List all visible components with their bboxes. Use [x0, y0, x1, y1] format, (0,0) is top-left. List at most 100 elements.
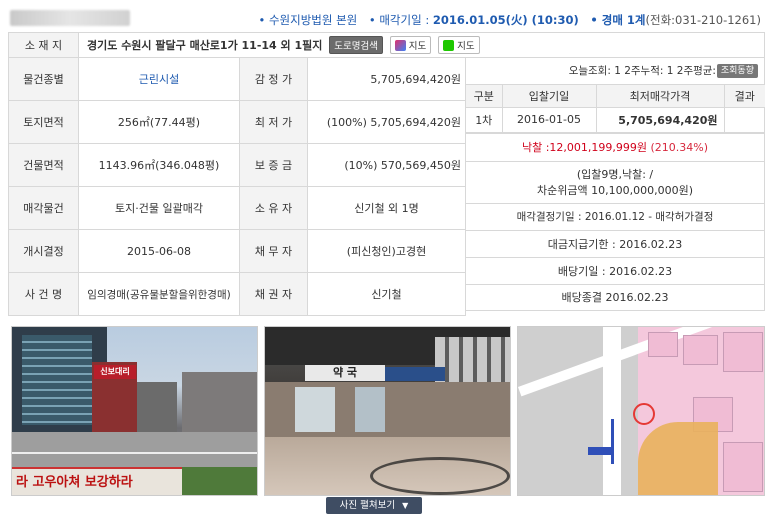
payment-row: 대금지급기한 : 2016.02.23 [466, 229, 764, 257]
payment-deadline: 대금지급기한 : 2016.02.23 [547, 237, 683, 251]
protest-banner: 라 고우아쳐 보강하라 [12, 467, 182, 495]
dividend-row: 배당기일 : 2016.02.23 [466, 256, 764, 284]
map-d-icon [394, 40, 406, 51]
bid-round: 1차 [466, 106, 503, 133]
dept-phone: (전화:031-210-1261) [645, 13, 761, 27]
minimum-price-label: 최 저 가 [239, 100, 308, 144]
map-parcel [723, 332, 763, 372]
pharmacy-sign: 약 국 [305, 365, 385, 381]
bid-result [723, 106, 765, 133]
bidders-row: (입찰9명,낙찰: / 차순위금액 10,100,000,000원) [466, 160, 764, 203]
creditor-label: 채 권 자 [239, 272, 308, 316]
photo-strip: 신보대리 라 고우아쳐 보강하라 약 국 [8, 326, 765, 496]
street-photo-1[interactable]: 신보대리 라 고우아쳐 보강하라 [11, 326, 258, 496]
debtor-value: (피신청인)고경현 [307, 229, 466, 273]
property-details-table: 물건종별 근린시설 감 정 가 5,705,694,420원 토지면적 256㎡… [8, 57, 466, 316]
building-shape [182, 372, 257, 432]
table-row: 토지면적 256㎡(77.44평) 최 저 가 (100%) 5,705,694… [8, 100, 466, 144]
property-type-label: 물건종별 [8, 57, 79, 101]
map-parcel [723, 442, 763, 492]
building-windows [22, 335, 92, 425]
view-trend-button[interactable]: 조회동향 [716, 64, 758, 78]
owner-value: 신기철 외 1명 [307, 186, 466, 230]
case-name-value: 임의경매(공유물분할을위한경매) [78, 272, 240, 316]
col-min-price: 최저매각가격 [595, 85, 725, 108]
address-value: 경기도 수원시 팔달구 매산로1가 11-14 외 1필지 [87, 39, 323, 52]
store-sign: 신보대리 [94, 365, 136, 379]
map-button-d[interactable]: 지도 [389, 36, 432, 54]
col-round: 구분 [466, 85, 503, 108]
dividend-date: 배당기일 : 2016.02.23 [557, 264, 673, 278]
shop-window [355, 387, 385, 432]
building-shape [137, 382, 177, 432]
table-row: 건물면적 1143.96㎡(346.048평) 보 증 금 (10%) 570,… [8, 143, 466, 187]
sold-label: 낙찰 : [521, 141, 550, 154]
owner-label: 소 유 자 [239, 186, 308, 230]
address-label: 소 재 지 [8, 32, 79, 58]
view-stats-text: 오늘조회: 1 2주누적: 1 2주평균: 0 [568, 65, 726, 77]
auction-status-panel: 오늘조회: 1 2주누적: 1 2주평균: 0 조회동향 구분 입찰기일 최저매… [466, 57, 765, 311]
auction-dept: • 경매 1계 [590, 13, 646, 27]
map-button-n-label: 지도 [457, 41, 475, 52]
sold-percent: (210.34%) [650, 140, 709, 154]
sale-date: 2016.01.05(火) (10:30) [432, 13, 579, 27]
table-row: 매각물건 토지·건물 일괄매각 소 유 자 신기철 외 1명 [8, 186, 466, 230]
header-bar: • 수원지방법원 본원 • 매각기일 : 2016.01.05(火) (10:3… [0, 0, 773, 32]
table-row: 1차 2016-01-05 5,705,694,420원 [466, 106, 765, 133]
shop-window [295, 387, 335, 432]
map-blue-line [611, 419, 614, 464]
land-map[interactable] [517, 326, 765, 496]
blurred-case-number [10, 10, 130, 26]
decision-row: 매각결정기일 : 2016.01.12 - 매각허가결정 [466, 202, 764, 230]
appraisal-label: 감 정 가 [239, 57, 308, 101]
court-name: • 수원지방법원 본원 [258, 13, 358, 27]
sale-date-label: • 매각기일 : [368, 13, 433, 27]
expand-photos-button[interactable]: 사진 펼쳐보기 ▼ [326, 497, 422, 514]
start-decision-label: 개시결정 [8, 229, 79, 273]
case-name-label: 사 건 명 [8, 272, 79, 316]
map-button-n[interactable]: 지도 [438, 36, 480, 54]
road-marking [12, 452, 257, 454]
road-name-search-button[interactable]: 도로명검색 [329, 36, 383, 54]
creditor-value: 신기철 [307, 272, 466, 316]
bidders-info: (입찰9명,낙찰: / [576, 168, 654, 181]
building-area-value: 1143.96㎡(346.048평) [78, 143, 240, 187]
address-cell: 경기도 수원시 팔달구 매산로1가 11-14 외 1필지 도로명검색 지도 지… [78, 32, 765, 58]
shop-sign [385, 367, 445, 381]
property-type-value[interactable]: 근린시설 [78, 57, 240, 101]
map-parcel [683, 335, 718, 365]
decision-date: 매각결정기일 : 2016.01.12 - 매각허가결정 [516, 211, 714, 223]
col-result: 결과 [723, 85, 765, 108]
appraisal-value: 5,705,694,420원 [307, 57, 466, 101]
deposit-value: (10%) 570,569,450원 [307, 143, 466, 187]
view-stats: 오늘조회: 1 2주누적: 1 2주평균: 0 조회동향 [466, 58, 764, 85]
sale-item-value: 토지·건물 일괄매각 [78, 186, 240, 230]
bid-date: 2016-01-05 [501, 106, 597, 133]
sold-amount: 12,001,199,999원 [549, 141, 647, 154]
street-photo-2[interactable]: 약 국 [264, 326, 511, 496]
grass-area [182, 467, 257, 495]
address-table: 소 재 지 경기도 수원시 팔달구 매산로1가 11-14 외 1필지 도로명검… [8, 32, 765, 58]
deposit-label: 보 증 금 [239, 143, 308, 187]
building-area-label: 건물면적 [8, 143, 79, 187]
chevron-down-icon: ▼ [402, 501, 409, 510]
land-area-value: 256㎡(77.44평) [78, 100, 240, 144]
start-decision-value: 2015-06-08 [78, 229, 240, 273]
sale-item-label: 매각물건 [8, 186, 79, 230]
land-area-label: 토지면적 [8, 100, 79, 144]
table-row: 개시결정 2015-06-08 채 무 자 (피신청인)고경현 [8, 229, 466, 273]
dividend-end: 배당종결 2016.02.23 [561, 291, 669, 304]
target-location-icon [633, 403, 655, 425]
dividend-end-row: 배당종결 2016.02.23 [466, 283, 764, 310]
table-header-row: 구분 입찰기일 최저매각가격 결과 [466, 85, 765, 108]
map-button-d-label: 지도 [408, 41, 427, 52]
sold-row: 낙찰 : 12,001,199,999원 (210.34%) [466, 132, 764, 161]
map-plaza-area [638, 422, 718, 495]
table-row: 사 건 명 임의경매(공유물분할을위한경매) 채 권 자 신기철 [8, 272, 466, 316]
minimum-price-value: (100%) 5,705,694,420원 [307, 100, 466, 144]
debtor-label: 채 무 자 [239, 229, 308, 273]
expand-photos-label: 사진 펼쳐보기 [339, 500, 396, 511]
map-n-icon [443, 40, 455, 51]
header-info: • 수원지방법원 본원 • 매각기일 : 2016.01.05(火) (10:3… [259, 12, 761, 28]
bicycle-shape [370, 457, 510, 495]
